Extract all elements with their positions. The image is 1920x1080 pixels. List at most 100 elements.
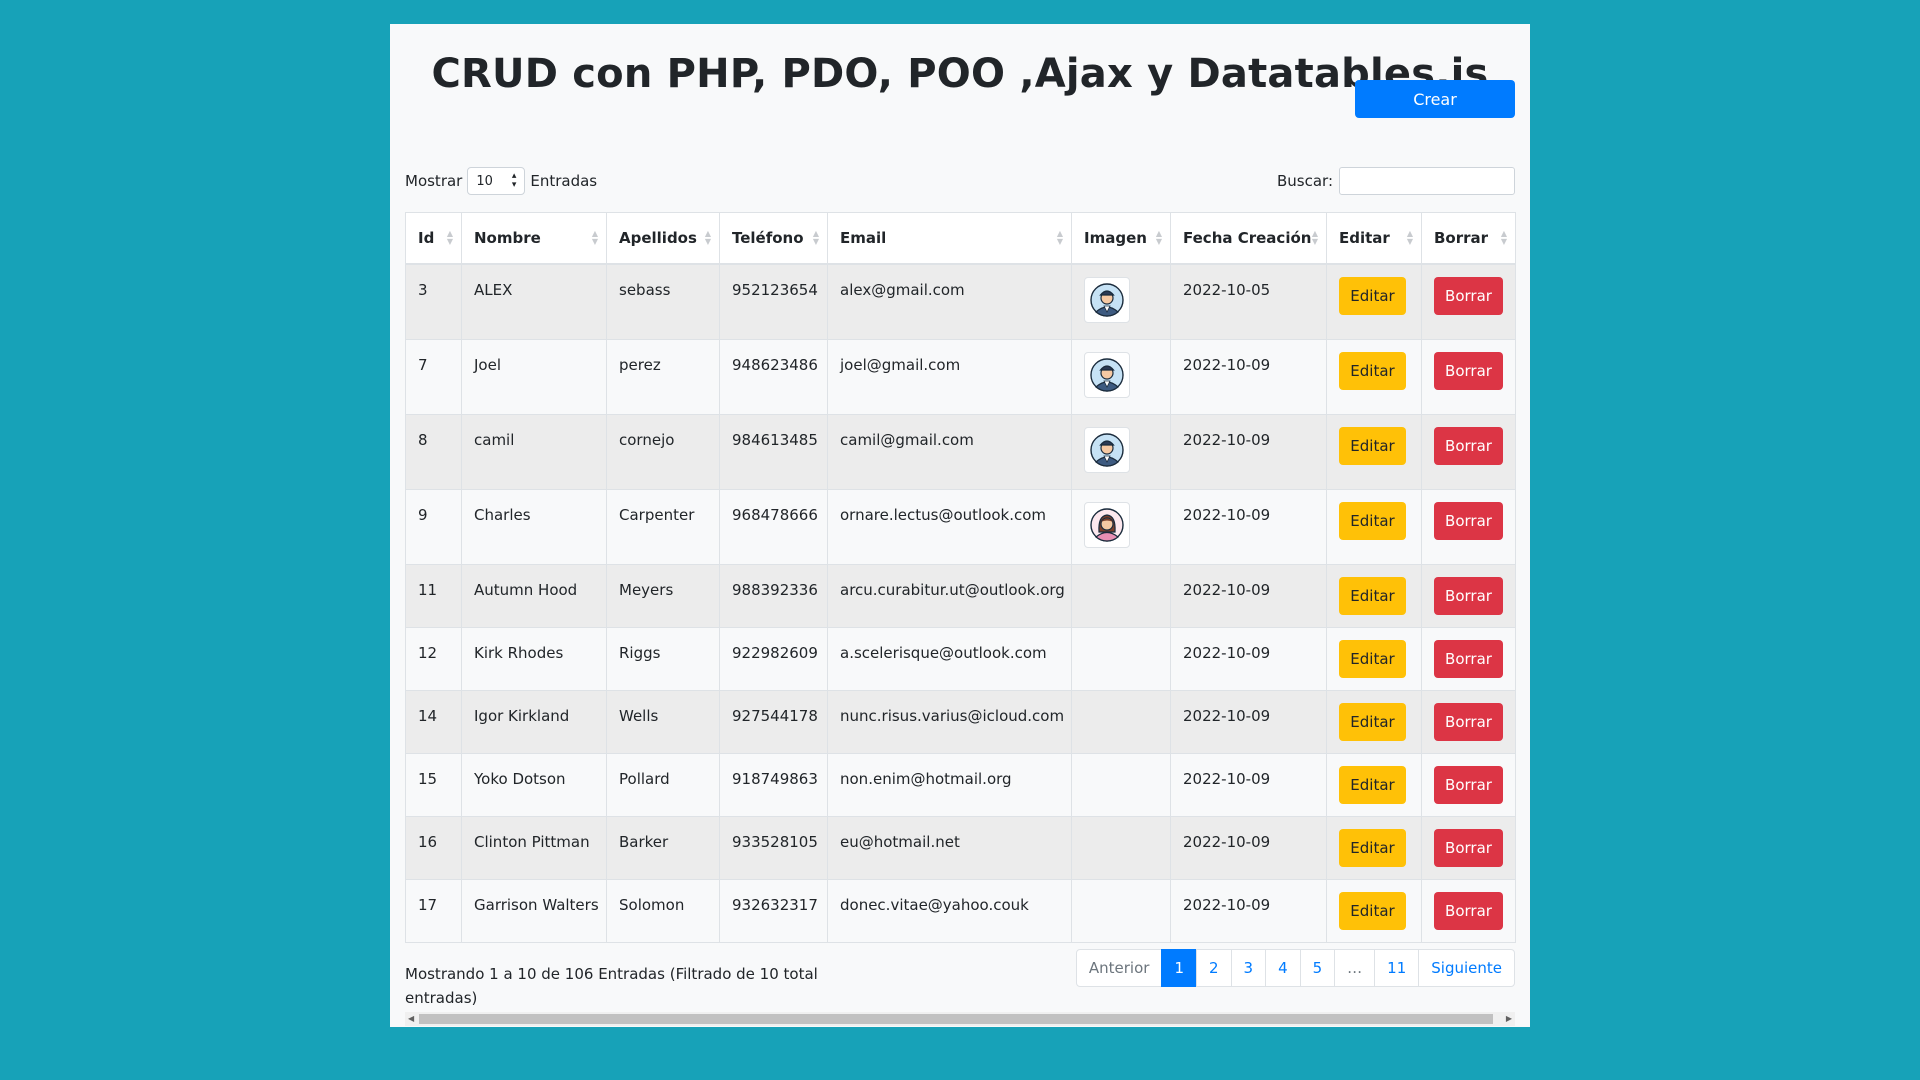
delete-button[interactable]: Borrar — [1434, 891, 1503, 930]
pagination-page[interactable]: 2 — [1195, 949, 1232, 987]
table-row: 3 ALEX sebass 952123654 alex@gmail.com 2022-1… — [405, 263, 1516, 340]
create-button[interactable]: Crear — [1355, 80, 1515, 118]
scroll-right-icon[interactable]: ▶ — [1506, 1014, 1512, 1024]
scroll-left-icon[interactable]: ◀ — [408, 1014, 414, 1024]
delete-button[interactable]: Borrar — [1434, 828, 1503, 867]
delete-button[interactable]: Borrar — [1434, 576, 1503, 615]
column-header[interactable]: Fecha Creación ▲ ▼ — [1170, 212, 1327, 265]
cell-editar: Editar — [1326, 413, 1422, 490]
table-info: Mostrando 1 a 10 de 106 Entradas (Filtra… — [405, 965, 818, 1007]
sort-arrows-icon: ▲ ▼ — [812, 229, 819, 246]
cell-apellidos: Solomon — [606, 878, 720, 943]
table-row: 8 camil cornejo 984613485 camil@gmail.com 202… — [405, 413, 1516, 490]
cell-borrar: Borrar — [1421, 689, 1516, 754]
column-header-label: Borrar — [1434, 229, 1489, 247]
delete-button[interactable]: Borrar — [1434, 426, 1503, 465]
pagination-page[interactable]: 11 — [1374, 949, 1420, 987]
edit-button[interactable]: Editar — [1339, 639, 1406, 678]
cell-email: arcu.curabitur.ut@outlook.org — [827, 563, 1072, 628]
cell-fecha: 2022-10-09 — [1170, 752, 1327, 817]
cell-fecha: 2022-10-09 — [1170, 488, 1327, 565]
column-header[interactable]: Apellidos ▲ ▼ — [606, 212, 720, 265]
select-arrows-icon: ▴ ▾ — [511, 171, 517, 190]
search-label: Buscar: — [1276, 172, 1333, 190]
table-row: 12 Kirk Rhodes Riggs 922982609 a.scelerisque… — [405, 626, 1516, 691]
cell-telefono: 932632317 — [719, 878, 828, 943]
cell-borrar: Borrar — [1421, 413, 1516, 490]
column-header[interactable]: Id ▲ ▼ — [405, 212, 462, 265]
delete-button[interactable]: Borrar — [1434, 351, 1503, 390]
edit-button[interactable]: Editar — [1339, 576, 1406, 615]
delete-button[interactable]: Borrar — [1434, 501, 1503, 540]
column-header-label: Fecha Creación — [1183, 229, 1312, 247]
cell-imagen — [1071, 878, 1171, 943]
cell-nombre: Joel — [461, 338, 607, 415]
edit-button[interactable]: Editar — [1339, 501, 1406, 540]
cell-imagen — [1071, 413, 1171, 490]
cell-email: nunc.risus.varius@icloud.com — [827, 689, 1072, 754]
male-avatar-icon — [1084, 277, 1130, 323]
search-input[interactable] — [1339, 167, 1515, 195]
cell-borrar: Borrar — [1421, 626, 1516, 691]
table-body: 3 ALEX sebass 952123654 alex@gmail.com 2022-1… — [405, 263, 1516, 943]
pagination: Anterior 1 2 3 4 5… 11 Siguiente — [1075, 949, 1515, 987]
pagination-page[interactable]: 4 — [1265, 949, 1301, 987]
cell-fecha: 2022-10-09 — [1170, 815, 1327, 880]
cell-email: joel@gmail.com — [827, 338, 1072, 415]
table-row: 11 Autumn Hood Meyers 988392336 arcu.curabit… — [405, 563, 1516, 628]
edit-button[interactable]: Editar — [1339, 702, 1406, 741]
cell-editar: Editar — [1326, 338, 1422, 415]
edit-button[interactable]: Editar — [1339, 426, 1406, 465]
table-row: 17 Garrison Walters Solomon 932632317 donec.… — [405, 878, 1516, 943]
delete-button[interactable]: Borrar — [1434, 639, 1503, 678]
male-avatar-icon — [1084, 426, 1130, 473]
pagination-page[interactable]: 1 — [1161, 949, 1197, 987]
column-header[interactable]: Email ▲ ▼ — [827, 212, 1072, 265]
column-header[interactable]: Imagen ▲ ▼ — [1071, 212, 1171, 265]
delete-button[interactable]: Borrar — [1434, 277, 1503, 315]
cell-borrar: Borrar — [1421, 563, 1516, 628]
column-header-label: Imagen — [1084, 229, 1147, 247]
edit-button[interactable]: Editar — [1339, 277, 1406, 315]
delete-button[interactable]: Borrar — [1434, 702, 1503, 741]
pagination-next[interactable]: Siguiente — [1418, 949, 1515, 987]
cell-imagen — [1071, 338, 1171, 415]
edit-button[interactable]: Editar — [1339, 828, 1406, 867]
pagination-page[interactable]: 5 — [1299, 949, 1336, 987]
cell-editar: Editar — [1326, 815, 1422, 880]
edit-button[interactable]: Editar — [1339, 891, 1406, 930]
pagination-page[interactable]: 3 — [1230, 949, 1267, 987]
horizontal-scrollbar[interactable]: ◀ ▶ — [405, 1012, 1515, 1026]
cell-telefono: 933528105 — [719, 815, 828, 880]
column-header[interactable]: Borrar ▲ ▼ — [1421, 212, 1516, 265]
cell-apellidos: Carpenter — [606, 488, 720, 565]
cell-borrar: Borrar — [1421, 488, 1516, 565]
search-control: Buscar: — [1277, 166, 1515, 196]
column-header[interactable]: Editar ▲ ▼ — [1326, 212, 1422, 265]
main-container: CRUD con PHP, PDO, POO ,Ajax y Datatable… — [390, 24, 1530, 1027]
entries-select[interactable]: 10 ▴ ▾ — [467, 167, 526, 195]
length-suffix-label: Entradas — [530, 172, 598, 190]
cell-fecha: 2022-10-05 — [1170, 263, 1327, 340]
cell-fecha: 2022-10-09 — [1170, 689, 1327, 754]
cell-imagen — [1071, 815, 1171, 880]
cell-fecha: 2022-10-09 — [1170, 338, 1327, 415]
cell-email: non.enim@hotmail.org — [827, 752, 1072, 817]
cell-email: ornare.lectus@outlook.com — [827, 488, 1072, 565]
pagination-previous[interactable]: Anterior — [1075, 949, 1163, 987]
scrollbar-thumb[interactable] — [419, 1014, 1493, 1024]
cell-apellidos: Meyers — [606, 563, 720, 628]
sort-arrows-icon: ▲ ▼ — [591, 229, 598, 246]
cell-editar: Editar — [1326, 563, 1422, 628]
delete-button[interactable]: Borrar — [1434, 765, 1503, 804]
edit-button[interactable]: Editar — [1339, 351, 1406, 390]
cell-id: 8 — [405, 413, 462, 490]
column-header[interactable]: Nombre ▲ ▼ — [461, 212, 607, 265]
column-header[interactable]: Teléfono ▲ ▼ — [719, 212, 828, 265]
edit-button[interactable]: Editar — [1339, 765, 1406, 804]
cell-nombre: ALEX — [461, 263, 607, 340]
length-prefix-label: Mostrar — [405, 172, 463, 190]
length-control: Mostrar 10 ▴ ▾ Entradas — [405, 166, 597, 196]
cell-apellidos: cornejo — [606, 413, 720, 490]
column-header-label: Email — [840, 229, 887, 247]
